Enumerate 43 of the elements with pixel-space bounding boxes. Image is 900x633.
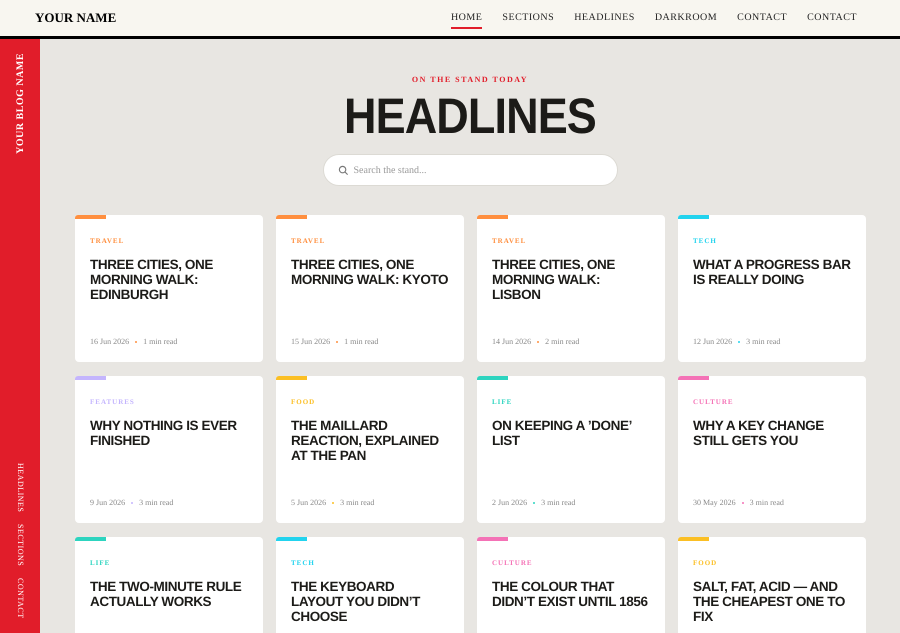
- sidebar-link[interactable]: HEADLINES: [14, 462, 26, 512]
- page-title: HEADLINES: [344, 88, 596, 144]
- article-title: WHY A KEY CHANGE STILL GETS YOU: [693, 418, 825, 448]
- read-time: 3 min read: [340, 497, 374, 509]
- nav-link[interactable]: CONTACT: [807, 7, 857, 29]
- article-title: ON KEEPING A ’DONE’ LIST: [492, 418, 632, 448]
- article-title: THE TWO-MINUTE RULE ACTUALLY WORKS: [90, 578, 242, 608]
- article-title: WHAT A PROGRESS BAR IS REALLY DOING: [693, 256, 851, 286]
- article-date: 16 Jun 2026: [90, 336, 130, 348]
- search-icon: [338, 165, 348, 176]
- article-date: 12 Jun 2026: [693, 336, 732, 348]
- sidebar-link[interactable]: SECTIONS: [14, 524, 26, 566]
- article-title: THE MAILLARD REACTION, EXPLAINED AT THE PAN: [291, 418, 440, 462]
- article-date: 9 Jun 2026: [90, 497, 126, 509]
- read-time: 1 min read: [143, 336, 178, 348]
- nav-link[interactable]: DARKROOM: [654, 7, 718, 29]
- nav-link[interactable]: HEADLINES: [574, 7, 635, 29]
- article-title: WHY NOTHING IS EVER FINISHED: [90, 418, 238, 448]
- read-time: 3 min read: [139, 497, 174, 509]
- nav-link[interactable]: HOME: [450, 7, 482, 29]
- blog-name[interactable]: YOUR BLOG NAME: [12, 53, 28, 154]
- article-date: 30 May 2026: [693, 497, 736, 509]
- article-date: 5 Jun 2026: [291, 497, 326, 509]
- article-title: THREE CITIES, ONE MORNING WALK: EDINBURGH: [90, 256, 214, 302]
- search-field[interactable]: Search the stand...: [322, 154, 618, 186]
- read-time: 2 min read: [545, 336, 580, 348]
- article-title: THE KEYBOARD LAYOUT YOU DIDN’T CHOOSE: [291, 578, 422, 624]
- nav-link[interactable]: CONTACT: [737, 7, 788, 29]
- sidebar-link[interactable]: CONTACT: [14, 578, 26, 619]
- read-time: 3 min read: [746, 336, 780, 348]
- brand-name[interactable]: YOUR NAME: [35, 8, 116, 28]
- read-time: 3 min read: [541, 497, 576, 509]
- article-date: 15 Jun 2026: [291, 336, 330, 348]
- kicker-text: ON THE STAND TODAY: [412, 74, 528, 86]
- read-time: 1 min read: [344, 336, 378, 348]
- article-title: THREE CITIES, ONE MORNING WALK: LISBON: [492, 256, 616, 302]
- article-date: 14 Jun 2026: [492, 336, 532, 348]
- article-title: THE COLOUR THAT DIDN’T EXIST UNTIL 1856: [492, 578, 649, 608]
- article-title: THREE CITIES, ONE MORNING WALK: KYOTO: [291, 256, 449, 286]
- article-date: 2 Jun 2026: [492, 497, 528, 509]
- article-title: SALT, FAT, ACID — AND THE CHEAPEST ONE TO FIX: [693, 578, 846, 624]
- nav-link[interactable]: SECTIONS: [502, 7, 554, 29]
- read-time: 3 min read: [750, 497, 784, 509]
